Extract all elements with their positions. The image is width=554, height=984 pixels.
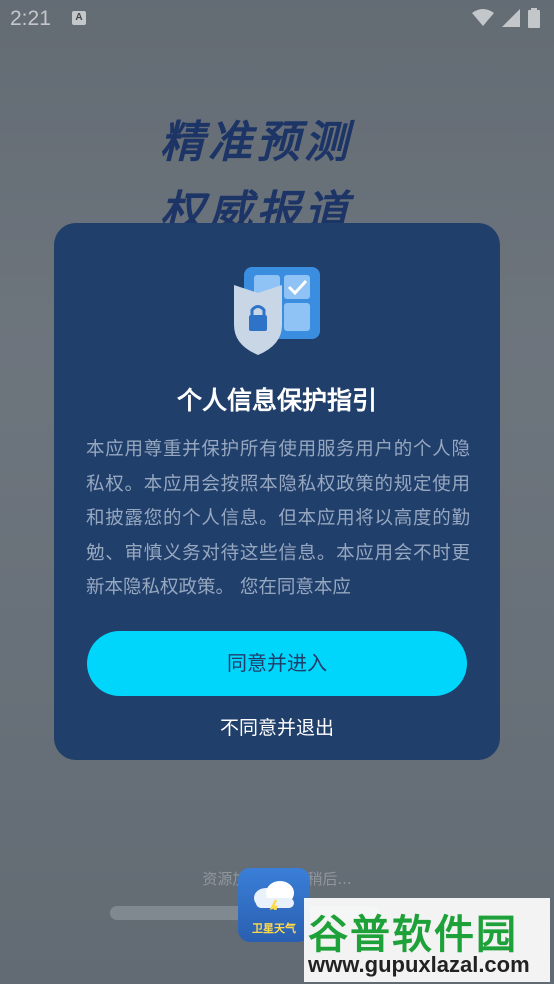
- privacy-policy-text[interactable]: 本应用尊重并保护所有使用服务用户的个人隐私权。本应用会按照本隐私权政策的规定使用…: [86, 433, 470, 607]
- app-logo-name: 卫星天气: [252, 922, 296, 935]
- dialog-title: 个人信息保护指引: [176, 386, 377, 415]
- agree-button[interactable]: 同意并进入: [87, 631, 467, 696]
- disagree-button[interactable]: 不同意并退出: [54, 713, 500, 740]
- privacy-dialog: 个人信息保护指引 本应用尊重并保护所有使用服务用户的个人隐私权。本应用会按照本隐…: [54, 223, 500, 760]
- app-logo: 卫星天气: [238, 868, 310, 942]
- watermark-url: www.gupuxlazal.com: [308, 952, 530, 977]
- privacy-lock-icon: [234, 267, 320, 355]
- storm-cloud-icon: [254, 881, 294, 910]
- site-watermark: 谷普软件园 www.gupuxlazal.com: [304, 898, 550, 982]
